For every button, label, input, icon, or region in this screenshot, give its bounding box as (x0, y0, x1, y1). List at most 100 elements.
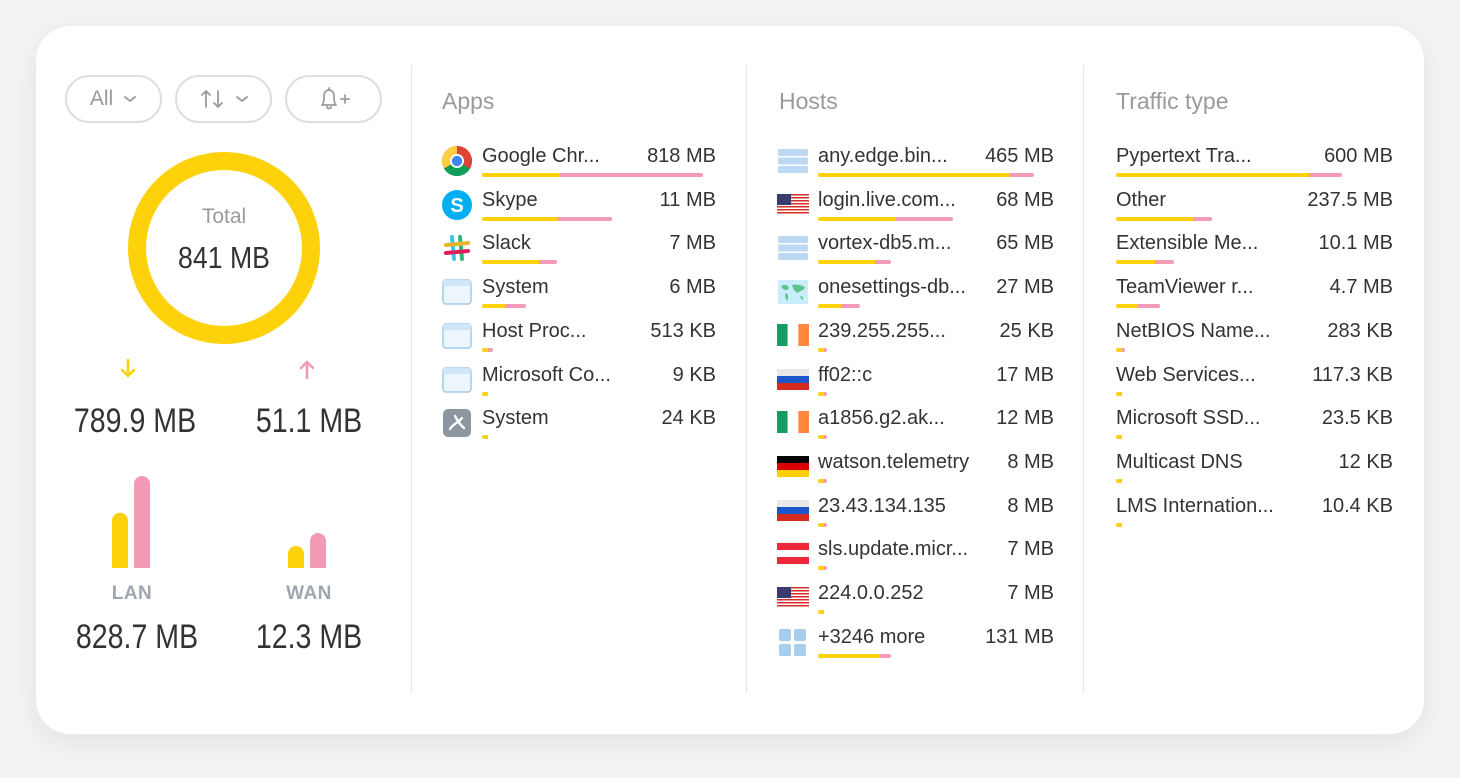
download-bar (818, 610, 824, 614)
host-row[interactable]: onesettings-db... 27 MB (777, 276, 1054, 316)
usage-bar (1116, 173, 1342, 177)
app-row[interactable]: Slack 7 MB (441, 232, 716, 272)
app-row-label: Google Chr... (482, 145, 600, 167)
traffic-type-row-label: Other (1116, 188, 1167, 211)
app-row-label: Microsoft Co... (482, 363, 611, 386)
usage-bar (1116, 522, 1122, 527)
host-row-value: 12 MB (996, 407, 1054, 430)
app-row[interactable]: System 24 KB (441, 407, 716, 447)
host-row-value: 465 MB (985, 145, 1054, 167)
traffic-type-row-value: 4.7 MB (1329, 276, 1393, 299)
host-row[interactable]: 224.0.0.252 7 MB (777, 582, 1054, 622)
download-bar (1116, 435, 1122, 440)
app-row[interactable]: Microsoft Co... 9 KB (441, 364, 716, 404)
app-row[interactable]: System 6 MB (441, 276, 716, 316)
flag-us-icon (777, 587, 809, 608)
window-icon (442, 366, 472, 393)
traffic-type-row-label: Pypertext Tra... (1116, 145, 1252, 167)
host-row[interactable]: login.live.com... 68 MB (777, 189, 1054, 229)
host-row[interactable]: 239.255.255... 25 KB (777, 320, 1054, 360)
usage-bar (818, 435, 827, 440)
traffic-type-row[interactable]: Extensible Me... 10.1 MB (1116, 232, 1393, 272)
app-row-label: Skype (482, 188, 538, 211)
host-row[interactable]: any.edge.bin... 465 MB (777, 145, 1054, 185)
window-icon (442, 323, 472, 349)
upload-bar (557, 216, 612, 221)
host-row[interactable]: ff02::c 17 MB (777, 364, 1054, 404)
skype-icon: S (442, 189, 472, 220)
traffic-type-row[interactable]: Microsoft SSD... 23.5 KB (1116, 407, 1393, 447)
host-row[interactable]: 23.43.134.135 8 MB (777, 495, 1054, 535)
usage-bar (1116, 435, 1122, 440)
download-bar (112, 512, 128, 568)
traffic-type-row[interactable]: NetBIOS Name... 283 KB (1116, 320, 1393, 360)
usage-bar (482, 435, 488, 440)
upload-bar (1010, 173, 1034, 177)
host-row-value: 8 MB (1007, 494, 1054, 517)
host-row[interactable]: +3246 more 131 MB (777, 626, 1054, 666)
app-row[interactable]: Host Proc... 513 KB (441, 320, 716, 360)
upload-bar (1308, 173, 1342, 177)
upload-bar (880, 653, 891, 658)
usage-bar (818, 653, 891, 658)
app-row-label: System (482, 407, 549, 430)
download-bar (482, 304, 506, 309)
download-bar (818, 260, 876, 265)
app-row[interactable]: Google Chr... 818 MB (441, 145, 716, 185)
grid-icon (779, 628, 806, 656)
usage-bar (818, 260, 891, 265)
upload-bar (841, 304, 860, 309)
traffic-type-row-value: 10.1 MB (1318, 232, 1393, 255)
usage-bar (1116, 391, 1122, 396)
flag-ru-icon (777, 499, 809, 521)
host-row[interactable]: vortex-db5.m... 65 MB (777, 232, 1054, 272)
traffic-type-row-value: 23.5 KB (1321, 407, 1393, 430)
usage-bar (482, 347, 494, 352)
usage-bar (818, 216, 954, 221)
scope-filter-dropdown[interactable]: All (65, 75, 162, 123)
traffic-type-row[interactable]: Multicast DNS 12 KB (1116, 451, 1393, 491)
usage-bar (818, 304, 860, 309)
app-row-value: 818 MB (647, 145, 716, 167)
upload-bar (824, 347, 827, 352)
host-row[interactable]: watson.telemetry 8 MB (777, 451, 1054, 491)
upload-arrow-icon (299, 360, 315, 380)
download-bar (818, 304, 842, 309)
traffic-type-row[interactable]: Web Services... 117.3 KB (1116, 364, 1393, 404)
host-row-label: +3246 more (818, 625, 926, 648)
download-total: 789.9 MB (73, 402, 197, 440)
traffic-type-row[interactable]: Pypertext Tra... 600 MB (1116, 145, 1393, 185)
direction-filter-dropdown[interactable] (175, 75, 272, 123)
usage-bar (482, 391, 488, 396)
app-row[interactable]: S Skype 11 MB (441, 189, 716, 229)
traffic-type-row-value: 10.4 KB (1321, 494, 1393, 517)
upload-bar (1138, 304, 1160, 309)
total-value: 841 MB (178, 240, 270, 275)
chevron-down-icon (235, 96, 248, 103)
host-row[interactable]: a1856.g2.ak... 12 MB (777, 407, 1054, 447)
download-bar (1116, 173, 1309, 177)
traffic-type-row[interactable]: Other 237.5 MB (1116, 189, 1393, 229)
host-row[interactable]: sls.update.micr... 7 MB (777, 538, 1054, 578)
chrome-icon (441, 146, 473, 177)
traffic-type-row-value: 283 KB (1327, 319, 1393, 342)
flag-us-icon (777, 193, 809, 215)
traffic-type-row-label: Extensible Me... (1116, 232, 1259, 255)
download-bar (482, 173, 560, 177)
usage-bar (818, 173, 1034, 177)
traffic-type-row[interactable]: LMS Internation... 10.4 KB (1116, 495, 1393, 535)
host-row-label: ff02::c (818, 363, 873, 386)
download-bar (818, 653, 881, 658)
svg-text:S: S (450, 195, 463, 217)
lan-total: 828.7 MB (75, 618, 199, 656)
download-bar (482, 260, 540, 265)
usage-bar (1116, 478, 1122, 483)
app-row-value: 513 KB (650, 319, 716, 342)
traffic-type-row-label: NetBIOS Name... (1116, 319, 1271, 342)
window-icon (442, 279, 472, 305)
usage-bar (818, 478, 827, 483)
upload-bar (560, 173, 703, 177)
traffic-type-row[interactable]: TeamViewer r... 4.7 MB (1116, 276, 1393, 316)
usage-bar (818, 391, 827, 396)
add-alert-button[interactable] (285, 75, 382, 123)
